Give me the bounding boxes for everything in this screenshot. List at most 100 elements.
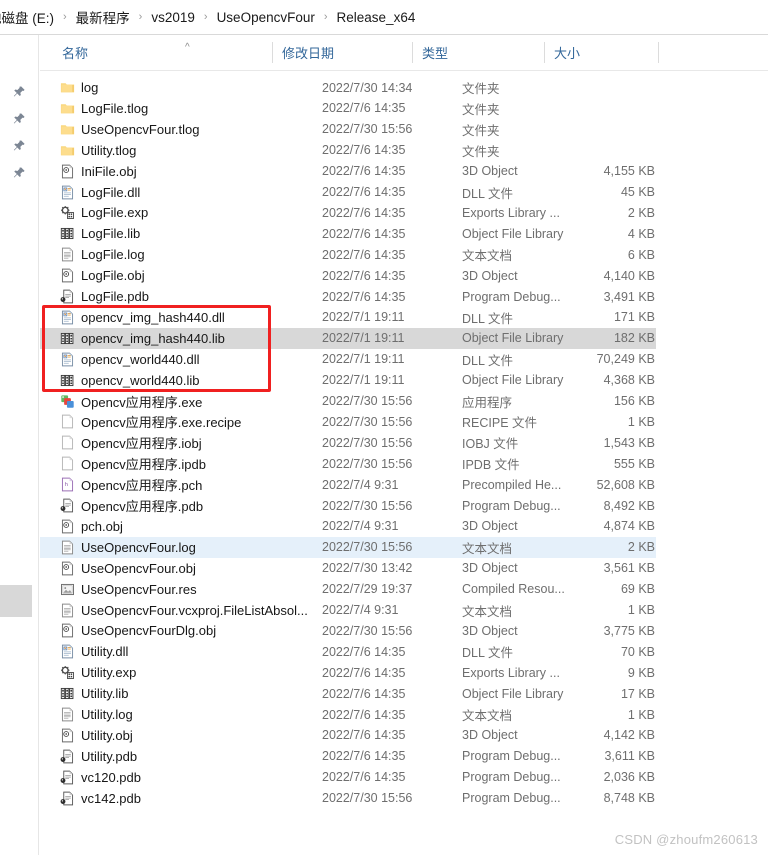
file-row[interactable]: LogFile.tlog 2022/7/6 14:35 文件夹	[40, 98, 656, 119]
column-divider-2[interactable]	[544, 42, 545, 63]
file-row[interactable]: UseOpencvFour.vcxproj.FileListAbsol... 20…	[40, 600, 656, 621]
file-row[interactable]: Opencv应用程序.exe.recipe 2022/7/30 15:56 RECI…	[40, 411, 656, 432]
file-name: UseOpencvFour.res	[81, 581, 197, 597]
dll-file-icon	[60, 644, 75, 659]
file-size: 4,140 KB	[603, 268, 655, 283]
file-modified-date: 2022/7/4 9:31	[322, 519, 399, 534]
file-row[interactable]: Opencv应用程序.pdb 2022/7/30 15:56 Program Deb…	[40, 495, 656, 516]
column-header-size[interactable]: 大小	[554, 35, 580, 70]
file-row[interactable]: UseOpencvFour.res 2022/7/29 19:37 Compiled…	[40, 579, 656, 600]
file-row[interactable]: opencv_img_hash440.lib 2022/7/1 19:11 Obje…	[40, 327, 656, 349]
blank-file-icon	[60, 435, 75, 450]
file-size: 4,368 KB	[603, 373, 655, 388]
file-row[interactable]: Utility.lib 2022/7/6 14:35 Object File Lib…	[40, 683, 656, 704]
txt-file-icon	[60, 540, 75, 555]
file-size: 1 KB	[627, 707, 655, 722]
file-modified-date: 2022/7/6 14:35	[322, 185, 406, 199]
file-row[interactable]: Utility.tlog 2022/7/6 14:35 文件夹	[40, 140, 656, 161]
file-modified-date: 2022/7/6 14:35	[322, 101, 406, 116]
file-row[interactable]: h Opencv应用程序.pch 2022/7/4 9:31 Precompiled …	[40, 474, 656, 495]
breadcrumb-item-4[interactable]: Release_x64	[335, 10, 418, 25]
file-row[interactable]: UseOpencvFour.obj 2022/7/30 13:42 3D Objec…	[40, 558, 656, 579]
file-row[interactable]: LogFile.obj 2022/7/6 14:35 3D Object 4,140 …	[40, 265, 656, 286]
file-name: Utility.exp	[81, 665, 137, 681]
file-type: 文件夹	[462, 102, 500, 117]
file-row[interactable]: UseOpencvFour.tlog 2022/7/30 15:56 文件夹	[40, 119, 656, 140]
lib-file-icon	[60, 686, 75, 701]
file-row[interactable]: Utility.dll 2022/7/6 14:35 DLL 文件 70 KB	[40, 641, 656, 662]
file-name: Opencv应用程序.iobj	[81, 436, 202, 452]
file-row[interactable]: Opencv应用程序.ipdb 2022/7/30 15:56 IPDB 文件 555…	[40, 453, 656, 474]
pin-icon[interactable]	[12, 85, 26, 99]
pin-icon[interactable]	[12, 139, 26, 153]
file-row[interactable]: LogFile.dll 2022/7/6 14:35 DLL 文件 45 KB	[40, 182, 656, 203]
file-modified-date: 2022/7/4 9:31	[322, 477, 399, 492]
file-row[interactable]: pch.obj 2022/7/4 9:31 3D Object 4,874 KB	[40, 516, 656, 537]
lib-file-icon	[60, 226, 75, 241]
file-size: 555 KB	[613, 456, 655, 471]
file-name: UseOpencvFour.obj	[81, 560, 196, 576]
file-list[interactable]: log 2022/7/30 14:34 文件夹 LogFile.tlog 2022/7/…	[40, 71, 768, 831]
file-modified-date: 2022/7/6 14:35	[322, 749, 406, 764]
file-size	[502, 98, 655, 119]
column-divider-3[interactable]	[658, 42, 659, 63]
file-size: 182 KB	[613, 331, 655, 346]
dll-file-icon	[60, 185, 75, 200]
file-size: 4,874 KB	[603, 519, 655, 534]
file-row[interactable]: opencv_world440.dll 2022/7/1 19:11 DLL 文件 7…	[40, 349, 656, 370]
column-divider-1[interactable]	[412, 42, 413, 63]
breadcrumb-separator-icon: ›	[323, 11, 328, 23]
file-name: LogFile.lib	[81, 226, 141, 242]
file-row[interactable]: log 2022/7/30 14:34 文件夹	[40, 77, 656, 98]
breadcrumb-item-1[interactable]: 最新程序	[74, 7, 132, 27]
file-size: 2,036 KB	[603, 770, 655, 785]
file-row[interactable]: LogFile.log 2022/7/6 14:35 文本文档 6 KB	[40, 244, 656, 265]
file-row[interactable]: UseOpencvFour.log 2022/7/30 15:56 文本文档 2 KB	[40, 536, 656, 558]
file-name: Opencv应用程序.pch	[81, 478, 203, 494]
file-row[interactable]: opencv_world440.lib 2022/7/1 19:11 Object …	[40, 370, 656, 391]
file-modified-date: 2022/7/4 9:31	[322, 603, 399, 617]
file-size: 1,543 KB	[603, 435, 655, 450]
breadcrumb-item-0[interactable]: 地磁盘 (E:)	[0, 7, 56, 27]
exe-file-icon	[60, 394, 75, 409]
sort-ascending-caret-icon: ^	[185, 42, 190, 53]
column-header-name[interactable]: 名称	[62, 35, 88, 70]
file-row[interactable]: Utility.log 2022/7/6 14:35 文本文档 1 KB	[40, 704, 656, 725]
file-row[interactable]: LogFile.exp 2022/7/6 14:35 Exports Library…	[40, 202, 656, 223]
file-name: LogFile.log	[81, 247, 145, 263]
file-row[interactable]: vc142.pdb 2022/7/30 15:56 Program Debug...…	[40, 788, 656, 809]
file-row[interactable]: LogFile.lib 2022/7/6 14:35 Object File Lib…	[40, 223, 656, 244]
breadcrumb-item-2[interactable]: vs2019	[149, 10, 197, 25]
file-row[interactable]: Opencv应用程序.iobj 2022/7/30 15:56 IOBJ 文件 1,5…	[40, 432, 656, 453]
file-modified-date: 2022/7/29 19:37	[322, 582, 413, 597]
file-modified-date: 2022/7/1 19:11	[322, 310, 405, 325]
file-row[interactable]: Utility.exp 2022/7/6 14:35 Exports Library…	[40, 662, 656, 683]
file-name: opencv_world440.dll	[81, 351, 200, 367]
file-row[interactable]: vc120.pdb 2022/7/6 14:35 Program Debug... 2…	[40, 767, 656, 788]
file-row[interactable]: Opencv应用程序.exe 2022/7/30 15:56 应用程序 156 KB	[40, 391, 656, 412]
file-row[interactable]: IniFile.obj 2022/7/6 14:35 3D Object 4,155 …	[40, 161, 656, 182]
breadcrumb[interactable]: 地磁盘 (E:) › 最新程序 › vs2019 › UseOpencvFour › Relea…	[0, 0, 768, 34]
column-header-modified-date[interactable]: 修改日期	[282, 35, 334, 70]
file-size: 156 KB	[613, 394, 655, 408]
exp-file-icon	[60, 665, 75, 680]
breadcrumb-item-3[interactable]: UseOpencvFour	[215, 10, 317, 25]
file-name: Opencv应用程序.exe	[81, 394, 203, 410]
file-row[interactable]: opencv_img_hash440.dll 2022/7/1 19:11 DLL …	[40, 307, 656, 328]
navigation-rail	[0, 35, 39, 855]
pdb-file-icon	[60, 791, 75, 806]
file-modified-date: 2022/7/30 15:56	[322, 498, 413, 513]
pin-icon[interactable]	[12, 166, 26, 180]
lib-file-icon	[60, 331, 75, 346]
file-row[interactable]: Utility.obj 2022/7/6 14:35 3D Object 4,142 …	[40, 725, 656, 746]
pin-icon[interactable]	[12, 112, 26, 126]
file-row[interactable]: UseOpencvFourDlg.obj 2022/7/30 15:56 3D Ob…	[40, 620, 656, 641]
folder-file-icon	[60, 122, 75, 137]
file-row[interactable]: LogFile.pdb 2022/7/6 14:35 Program Debug..…	[40, 286, 656, 307]
file-row[interactable]: Utility.pdb 2022/7/6 14:35 Program Debug..…	[40, 746, 656, 767]
file-modified-date: 2022/7/30 14:34	[322, 80, 413, 95]
vertical-scrollbar-thumb[interactable]	[0, 585, 32, 617]
column-divider-0[interactable]	[272, 42, 273, 63]
column-header-type[interactable]: 类型	[422, 35, 448, 70]
file-name: Opencv应用程序.ipdb	[81, 457, 206, 473]
